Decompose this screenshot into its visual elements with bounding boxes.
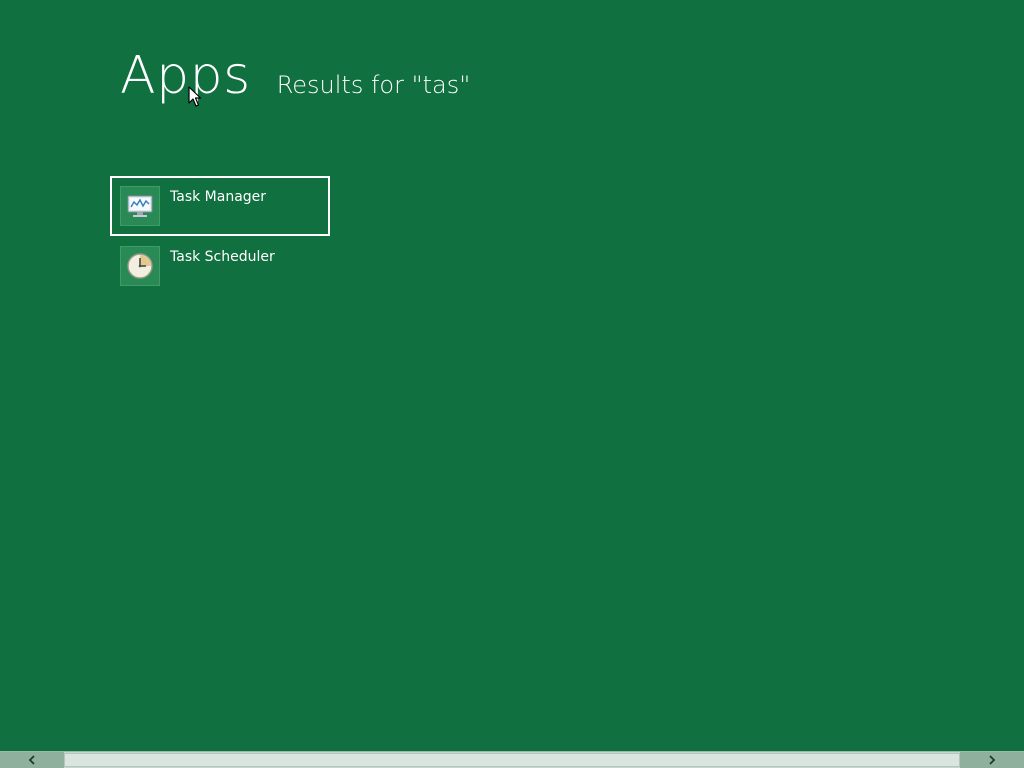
result-tile-task-scheduler[interactable]: Task Scheduler [110,236,330,296]
page-title: Apps [120,46,251,106]
task-scheduler-icon [120,246,160,286]
page-header: Apps Results for "tas" [120,50,470,120]
results-subtitle: Results for "tas" [276,71,471,99]
horizontal-scrollbar[interactable] [0,751,1024,768]
chevron-right-icon [989,755,996,765]
results-list: Task Manager Task Scheduler [110,176,330,296]
scroll-left-button[interactable] [0,752,64,768]
result-label: Task Manager [170,189,267,205]
task-manager-icon [120,186,160,226]
chevron-left-icon [28,755,35,765]
scroll-right-button[interactable] [960,752,1024,768]
result-tile-task-manager[interactable]: Task Manager [110,176,330,236]
mouse-cursor-icon [188,86,202,108]
result-label: Task Scheduler [170,249,275,265]
scrollbar-thumb[interactable] [64,753,960,767]
